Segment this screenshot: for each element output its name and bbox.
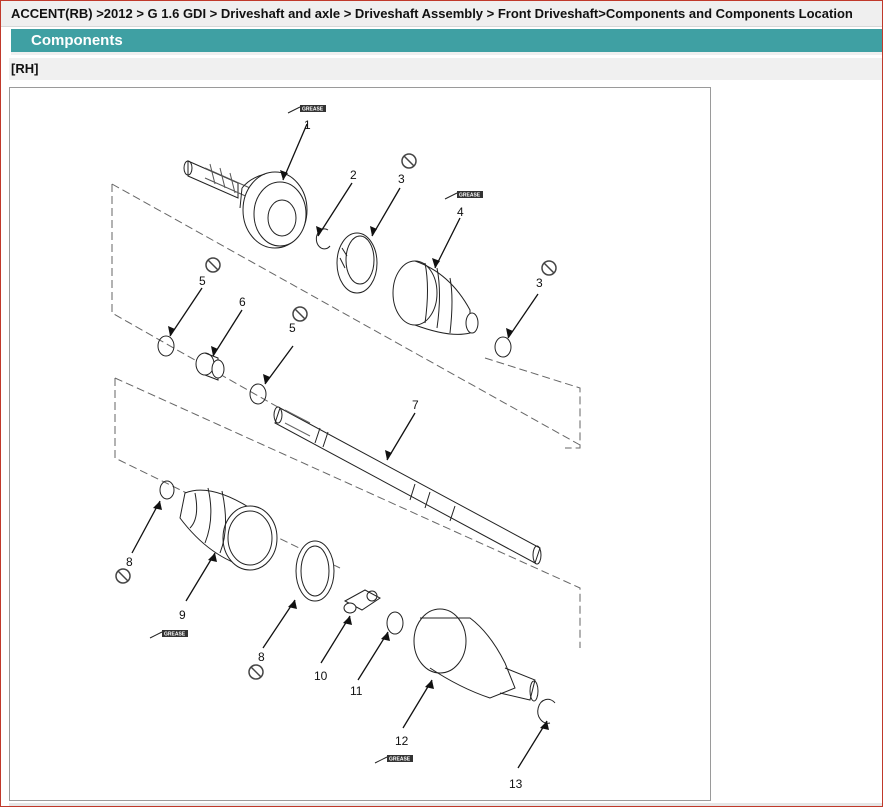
label-8b: 8 [258,650,265,664]
label-6: 6 [239,295,246,309]
no-reuse-icons [115,153,557,680]
breadcrumb: ACCENT(RB) >2012 > G 1.6 GDI > Driveshaf… [1,1,882,27]
exploded-view-svg: GREASE GREASE GREASE GREASE 1 2 3 4 5 6 … [111,105,581,791]
outer-boot [392,260,479,335]
label-5a: 5 [199,274,206,288]
subsection-label-bar: [RH] [9,58,883,80]
label-1: 1 [304,118,311,132]
label-11: 11 [350,684,363,698]
components-diagram: GREASE GREASE GREASE GREASE 1 2 3 4 5 6 … [9,87,711,801]
driveshaft-bar [273,406,542,565]
spider-assembly [343,589,381,614]
label-3b: 3 [536,276,543,290]
label-5b: 5 [289,321,296,335]
label-3a: 3 [398,172,405,186]
svg-text:GREASE: GREASE [164,632,186,638]
bottom-scroll-strip [9,803,883,807]
label-13: 13 [509,777,523,791]
clamp-band-lower [295,540,335,602]
label-10: 10 [314,669,328,683]
circlip-13 [537,698,556,724]
svg-text:GREASE: GREASE [459,193,481,199]
snap-ring-11 [386,611,404,635]
clamp-5b [249,383,267,405]
clamp-band-upper [336,232,378,294]
clamp-5a [157,335,175,357]
inner-boot [179,487,278,571]
clamp-3b [494,336,512,358]
svg-text:GREASE: GREASE [389,757,411,763]
label-2: 2 [350,168,357,182]
section-header: Components [9,29,883,55]
section-title: Components [31,32,123,49]
breadcrumb-text: ACCENT(RB) >2012 > G 1.6 GDI > Driveshaf… [11,6,853,21]
label-7: 7 [412,398,419,412]
dynamic-damper [195,352,225,381]
label-8a: 8 [126,555,133,569]
svg-text:GREASE: GREASE [302,107,324,113]
label-4: 4 [457,205,464,219]
subsection-label: [RH] [11,61,39,76]
label-9: 9 [179,608,186,622]
label-12: 12 [395,734,409,748]
